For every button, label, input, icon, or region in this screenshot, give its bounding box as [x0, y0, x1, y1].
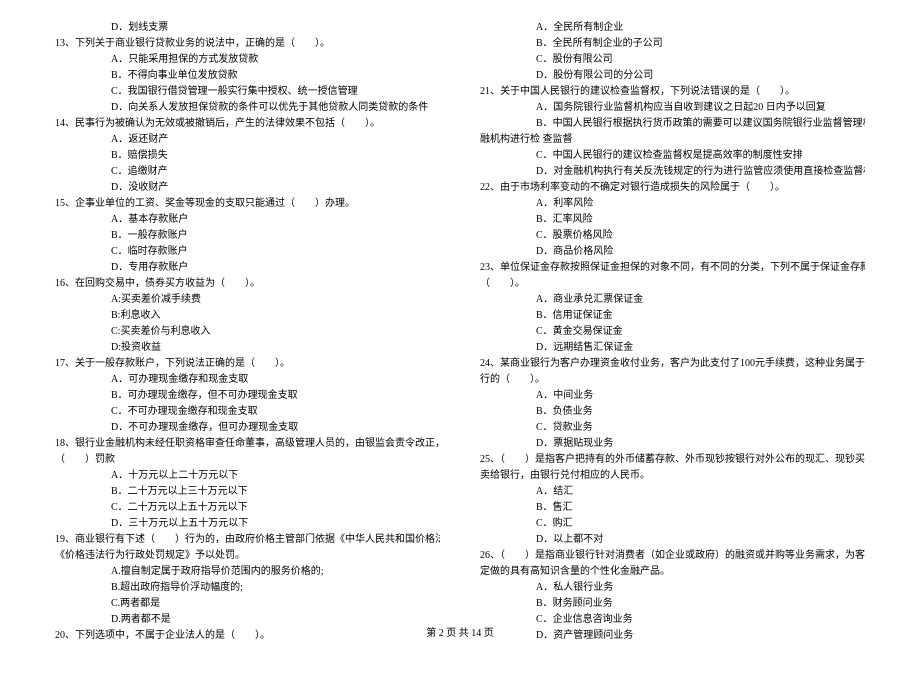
question-17: 17、关于一般存款账户，下列说法正确的是（ ）。: [55, 356, 440, 372]
option: C．中国人民银行的建议检查监督权是提高效率的制度性安排: [480, 148, 865, 164]
option: B．不得向事业单位发放贷款: [55, 68, 440, 84]
page-body: D．划线支票 13、下列关于商业银行贷款业务的说法中，正确的是（ ）。 A．只能…: [0, 0, 920, 674]
question-18-cont: （ ）罚款: [55, 452, 440, 468]
question-22: 22、由于市场利率变动的不确定对银行造成损失的风险属于（ ）。: [480, 180, 865, 196]
option: D．商品价格风险: [480, 244, 865, 260]
option: B．中国人民银行根据执行货币政策的需要可以建议国务院银行业监督管理机构对银行业金: [480, 116, 865, 132]
question-19-cont: 《价格违法行为行政处罚规定》予以处罚。: [55, 548, 440, 564]
option: C．追缴财产: [55, 164, 440, 180]
question-15: 15、企事业单位的工资、奖金等现金的支取只能通过（ ）办理。: [55, 196, 440, 212]
option: D．没收财产: [55, 180, 440, 196]
option: B．可办理现金缴存，但不可办理现金支取: [55, 388, 440, 404]
option: C:买卖差价与利息收入: [55, 324, 440, 340]
option: C.两者都是: [55, 596, 440, 612]
question-21: 21、关于中国人民银行的建议检查监督权，下列说法错误的是（ ）。: [480, 84, 865, 100]
option: D．划线支票: [55, 20, 440, 36]
option: A．利率风险: [480, 196, 865, 212]
question-24: 24、某商业银行为客户办理资金收付业务，客户为此支付了100元手续费，这种业务属…: [480, 356, 865, 372]
option: B．二十万元以上三十万元以下: [55, 484, 440, 500]
question-13: 13、下列关于商业银行贷款业务的说法中，正确的是（ ）。: [55, 36, 440, 52]
question-16: 16、在回购交易中，债券买方收益为（ ）。: [55, 276, 440, 292]
question-18: 18、银行业金融机构未经任职资格审查任命董事，高级管理人员的，由银监会责令改正，…: [55, 436, 440, 452]
option: A．私人银行业务: [480, 580, 865, 596]
option: D．对金融机构执行有关反洗钱规定的行为进行监管应须使用直接检查监督权: [480, 164, 865, 180]
option: A．国务院银行业监督机构应当自收到建议之日起20 日内予以回复: [480, 100, 865, 116]
option: D．向关系人发放担保贷款的条件可以优先于其他贷款人同类贷款的条件: [55, 100, 440, 116]
question-25: 25、（ ）是指客户把持有的外币储蓄存款、外币现钞按银行对外公布的现汇、现钞买入…: [480, 452, 865, 468]
option: C．不可办理现金缴存和现金支取: [55, 404, 440, 420]
option: A．返还财产: [55, 132, 440, 148]
option: B．信用证保证金: [480, 308, 865, 324]
option: B．售汇: [480, 500, 865, 516]
option: B．负债业务: [480, 404, 865, 420]
option: B:利息收入: [55, 308, 440, 324]
option: D:投资收益: [55, 340, 440, 356]
question-23-cont: （ ）。: [480, 276, 865, 292]
option: A:买卖差价减手续费: [55, 292, 440, 308]
option-cont: 融机构进行检 查监督: [480, 132, 865, 148]
option: B．财务顾问业务: [480, 596, 865, 612]
option: A．中间业务: [480, 388, 865, 404]
option: A．十万元以上二十万元以下: [55, 468, 440, 484]
option: B．汇率风险: [480, 212, 865, 228]
option: C．二十万元以上五十万元以下: [55, 500, 440, 516]
option: C．贷款业务: [480, 420, 865, 436]
question-25-cont: 卖给银行，由银行兑付相应的人民币。: [480, 468, 865, 484]
option: B．赔偿损失: [55, 148, 440, 164]
page-footer: 第 2 页 共 14 页: [0, 626, 920, 642]
option: C．我国银行借贷管理一般实行集中授权、统一授信管理: [55, 84, 440, 100]
question-23: 23、单位保证金存款按照保证金担保的对象不同，有不同的分类，下列不属于保证金存款…: [480, 260, 865, 276]
option: D．不可办理现金缴存，但可办理现金支取: [55, 420, 440, 436]
option: A．商业承兑汇票保证金: [480, 292, 865, 308]
option: B．一般存款账户: [55, 228, 440, 244]
option: A．全民所有制企业: [480, 20, 865, 36]
option: B．全民所有制企业的子公司: [480, 36, 865, 52]
option: B.超出政府指导价浮动幅度的;: [55, 580, 440, 596]
option: C．黄金交易保证金: [480, 324, 865, 340]
question-24-cont: 行的（ ）。: [480, 372, 865, 388]
question-26: 26、（ ）是指商业银行针对消费者（如企业或政府）的融资或并购等业务需求，为客户…: [480, 548, 865, 564]
question-14: 14、民事行为被确认为无效或被撤销后，产生的法律效果不包括（ ）。: [55, 116, 440, 132]
option: C．购汇: [480, 516, 865, 532]
option: A．可办理现金缴存和现金支取: [55, 372, 440, 388]
option: D．远期结售汇保证金: [480, 340, 865, 356]
right-column: A．全民所有制企业 B．全民所有制企业的子公司 C．股份有限公司 D．股份有限公…: [480, 20, 865, 644]
option: A．基本存款账户: [55, 212, 440, 228]
question-19: 19、商业银行有下述（ ）行为的，由政府价格主管部门依据《中华人民共和国价格法》…: [55, 532, 440, 548]
question-26-cont: 定做的具有高知识含量的个性化金融产品。: [480, 564, 865, 580]
left-column: D．划线支票 13、下列关于商业银行贷款业务的说法中，正确的是（ ）。 A．只能…: [55, 20, 440, 644]
option: D．三十万元以上五十万元以下: [55, 516, 440, 532]
option: D．专用存款账户: [55, 260, 440, 276]
option: D．以上都不对: [480, 532, 865, 548]
option: C．临时存款账户: [55, 244, 440, 260]
option: A．只能采用担保的方式发放贷款: [55, 52, 440, 68]
option: D．股份有限公司的分公司: [480, 68, 865, 84]
option: C．股份有限公司: [480, 52, 865, 68]
option: A．结汇: [480, 484, 865, 500]
option: C．股票价格风险: [480, 228, 865, 244]
option: D．票据贴现业务: [480, 436, 865, 452]
option: A.擅自制定属于政府指导价范围内的服务价格的;: [55, 564, 440, 580]
